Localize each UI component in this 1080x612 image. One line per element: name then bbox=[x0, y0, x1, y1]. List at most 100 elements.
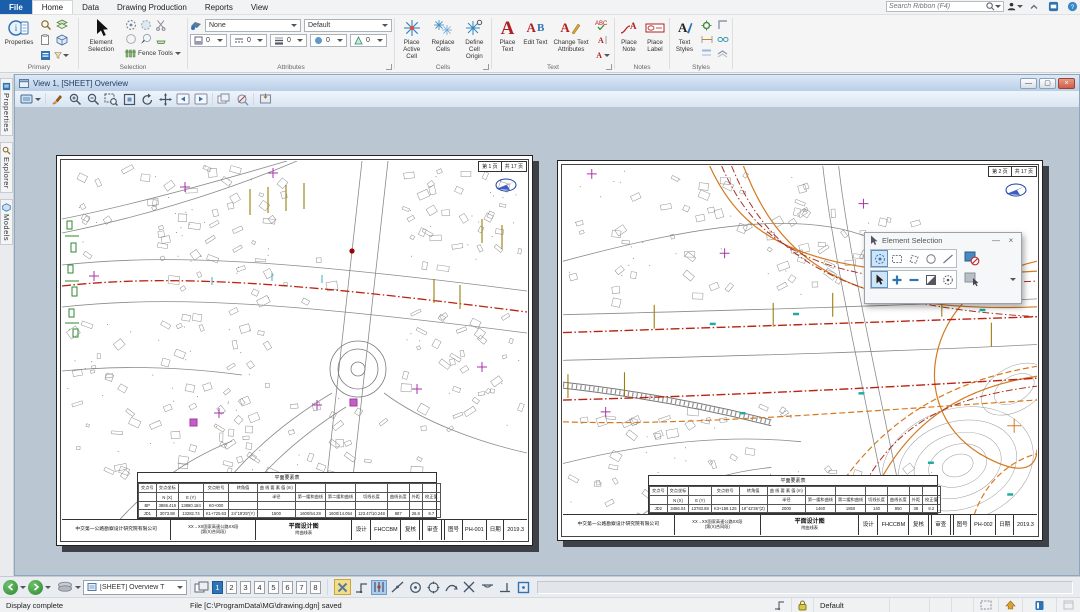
element-selection-button[interactable]: Element Selection bbox=[81, 16, 121, 53]
line-weight-select[interactable]: 0 bbox=[270, 34, 307, 47]
view-toggle-4[interactable]: 4 bbox=[254, 581, 265, 594]
snap-mode-indicator[interactable] bbox=[768, 598, 792, 612]
properties-button[interactable]: i Properties bbox=[2, 16, 36, 46]
template-select[interactable]: None bbox=[205, 19, 301, 32]
copy-view-button[interactable] bbox=[216, 92, 232, 106]
place-text-button[interactable]: A Place Text bbox=[494, 16, 521, 53]
tab-data[interactable]: Data bbox=[73, 0, 108, 14]
tab-home[interactable]: Home bbox=[32, 0, 73, 14]
clip-volume-button[interactable] bbox=[234, 92, 250, 106]
view-toggle-3[interactable]: 3 bbox=[240, 581, 251, 594]
clipboard-button[interactable] bbox=[38, 33, 53, 47]
select-by-shape-icon[interactable] bbox=[138, 18, 153, 32]
select-by-circle-icon[interactable] bbox=[123, 18, 138, 32]
view-previous-button[interactable] bbox=[175, 92, 191, 106]
help-button[interactable]: ? bbox=[1064, 0, 1080, 13]
text-glossary-icon[interactable]: A bbox=[594, 33, 609, 47]
forward-history-caret[interactable] bbox=[45, 586, 51, 589]
tab-reports[interactable]: Reports bbox=[196, 0, 242, 14]
snap-origin-button[interactable] bbox=[425, 580, 441, 595]
paste-icon[interactable] bbox=[153, 32, 168, 46]
selection-set-indicator[interactable] bbox=[974, 598, 999, 612]
mode-select-all-button[interactable] bbox=[939, 271, 956, 288]
sidebar-tab-models[interactable]: Models bbox=[0, 199, 13, 245]
dialog-close-button[interactable]: × bbox=[1005, 236, 1017, 246]
view-maximize-button[interactable]: ▢ bbox=[1039, 78, 1056, 89]
snap-midpoint-button[interactable] bbox=[389, 580, 405, 595]
layers-button[interactable] bbox=[54, 18, 69, 32]
accudraw-toggle-button[interactable] bbox=[334, 579, 351, 595]
pan-view-button[interactable] bbox=[157, 92, 173, 106]
tab-view[interactable]: View bbox=[242, 0, 277, 14]
text-launcher[interactable] bbox=[606, 64, 612, 70]
view-toggle-7[interactable]: 7 bbox=[296, 581, 307, 594]
select-none-icon[interactable] bbox=[123, 32, 138, 46]
multi-view-button[interactable] bbox=[194, 579, 209, 595]
transparency-select[interactable]: 0 bbox=[310, 34, 347, 47]
select-all-button[interactable] bbox=[963, 271, 981, 288]
window-area-button[interactable] bbox=[103, 92, 119, 106]
dialog-title-bar[interactable]: Element Selection — × bbox=[865, 233, 1021, 248]
dialog-minimize-button[interactable]: — bbox=[990, 236, 1002, 246]
clear-selection-button[interactable] bbox=[963, 250, 981, 267]
text-styles-button[interactable]: A Text Styles bbox=[672, 16, 697, 53]
clip-mask-button[interactable] bbox=[257, 92, 273, 106]
snap-nearest-button[interactable] bbox=[353, 580, 369, 595]
priority-select[interactable]: 0 bbox=[350, 34, 387, 47]
method-shape-button[interactable] bbox=[905, 250, 922, 267]
view-title-bar[interactable]: View 1, [SHEET] Overview — ▢ × bbox=[15, 75, 1079, 91]
user-account-button[interactable] bbox=[1007, 0, 1023, 13]
fit-view-button[interactable] bbox=[121, 92, 137, 106]
cells-launcher[interactable] bbox=[483, 64, 489, 70]
style-corner-icon[interactable] bbox=[715, 18, 730, 32]
dialog-indicator[interactable] bbox=[1057, 598, 1080, 612]
tab-drawing-production[interactable]: Drawing Production bbox=[108, 0, 196, 14]
sheet-1[interactable]: 第 1 页 共 17 页 平面要素表 交点号交点坐标交点桩号转角值曲 线 要 素… bbox=[56, 155, 533, 546]
back-history-caret[interactable] bbox=[20, 586, 26, 589]
view-group-select[interactable]: [SHEET] Overview T bbox=[83, 580, 187, 595]
drawing-canvas[interactable]: 第 1 页 共 17 页 平面要素表 交点号交点坐标交点桩号转角值曲 线 要 素… bbox=[15, 108, 1079, 575]
style-link-icon[interactable] bbox=[715, 32, 730, 46]
dialog-expand-caret[interactable] bbox=[1010, 278, 1016, 281]
style-stack-icon[interactable] bbox=[715, 46, 730, 60]
element-selection-dialog[interactable]: Element Selection — × bbox=[864, 232, 1022, 304]
tab-file[interactable]: File bbox=[0, 0, 32, 14]
sheet-2[interactable]: 第 2 页 共 17 页 平面要素表 交点号交点坐标交点桩号转角值曲 线 要 素… bbox=[557, 160, 1043, 541]
method-circle-button[interactable] bbox=[922, 250, 939, 267]
back-button[interactable] bbox=[3, 579, 18, 595]
search-input[interactable] bbox=[889, 3, 986, 10]
mode-invert-button[interactable] bbox=[922, 271, 939, 288]
text-more-button[interactable]: A bbox=[594, 48, 612, 62]
place-active-cell-button[interactable]: Place Active Cell bbox=[397, 16, 426, 61]
update-view-button[interactable] bbox=[49, 92, 65, 106]
forward-button[interactable] bbox=[28, 579, 43, 595]
zoom-in-button[interactable] bbox=[67, 92, 83, 106]
details-button[interactable] bbox=[38, 48, 53, 62]
view-toggle-2[interactable]: 2 bbox=[226, 581, 237, 594]
style-gear-icon[interactable] bbox=[699, 18, 714, 32]
place-note-button[interactable]: A Place Note bbox=[617, 16, 641, 53]
view-toggle-5[interactable]: 5 bbox=[268, 581, 279, 594]
snap-intersection-button[interactable] bbox=[461, 580, 477, 595]
models-button[interactable] bbox=[54, 33, 69, 47]
rotate-view-button[interactable] bbox=[139, 92, 155, 106]
view-group-stack-button[interactable] bbox=[57, 579, 73, 595]
scissors-icon[interactable] bbox=[153, 18, 168, 32]
place-label-button[interactable]: Place Label bbox=[643, 16, 667, 53]
minimize-ribbon-button[interactable] bbox=[1026, 0, 1042, 13]
locks-indicator[interactable] bbox=[792, 598, 814, 612]
zoom-out-button[interactable] bbox=[85, 92, 101, 106]
method-line-button[interactable] bbox=[939, 250, 956, 267]
view-next-button[interactable] bbox=[193, 92, 209, 106]
active-level-select[interactable]: Default bbox=[304, 19, 392, 32]
zoom-select-button[interactable] bbox=[38, 18, 53, 32]
dgn-work-mode-indicator[interactable] bbox=[1023, 598, 1057, 612]
mode-add-button[interactable] bbox=[888, 271, 905, 288]
view-toggle-1[interactable]: 1 bbox=[212, 581, 223, 594]
edit-text-button[interactable]: AB Edit Text bbox=[523, 16, 548, 46]
connect-advisor-button[interactable] bbox=[1045, 0, 1061, 13]
accusnap-toggle-button[interactable] bbox=[515, 580, 531, 595]
snap-perpendicular-button[interactable] bbox=[497, 580, 513, 595]
style-settings-icon[interactable] bbox=[699, 46, 714, 60]
snap-keypoint-button[interactable] bbox=[371, 580, 387, 595]
